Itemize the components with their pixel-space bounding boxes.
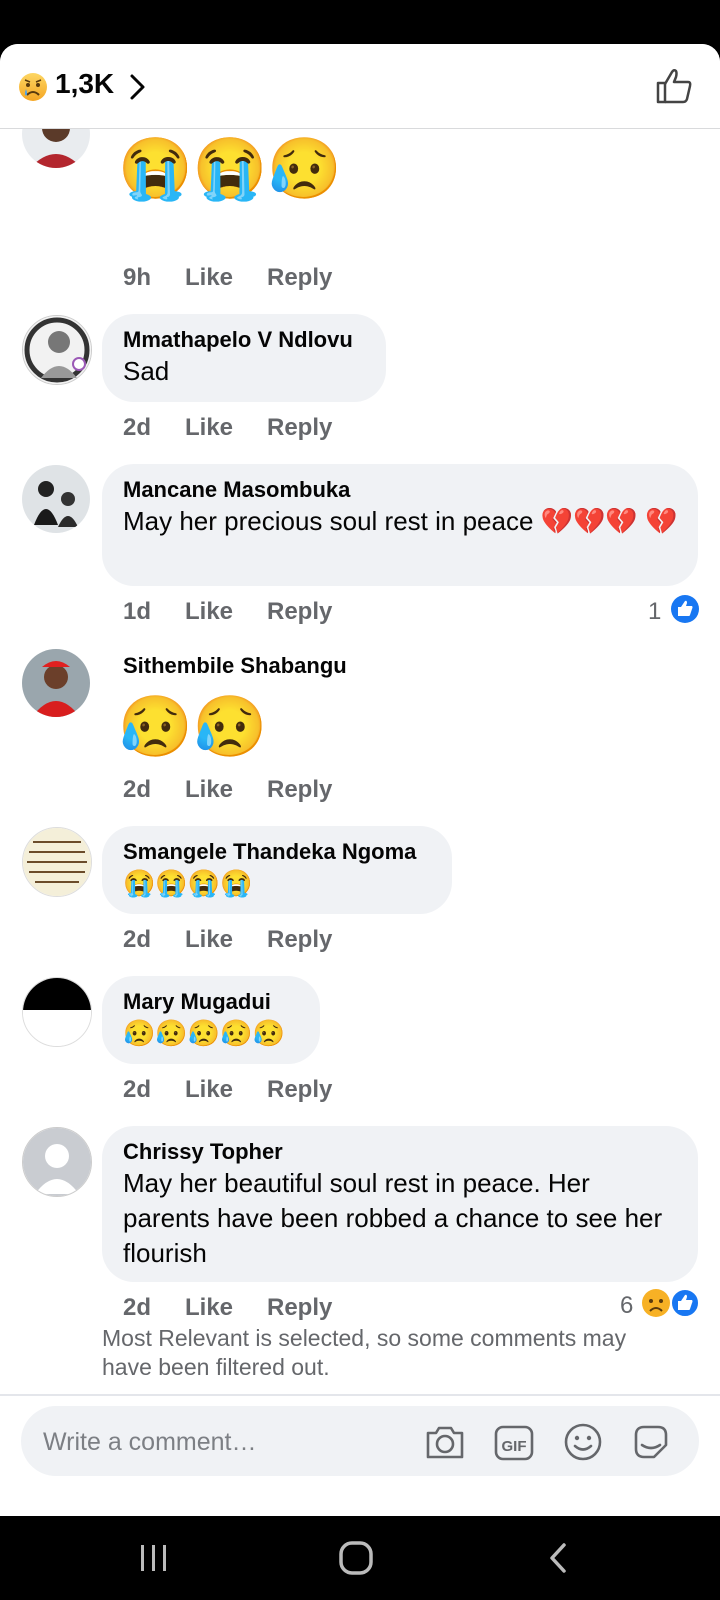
like-link[interactable]: Like — [185, 414, 267, 442]
reply-link[interactable]: Reply — [267, 414, 332, 442]
comment-text: 😭😭😥 — [118, 135, 343, 202]
filter-note: Most Relevant is selected, so some comme… — [102, 1325, 627, 1380]
comment-time: 2d — [123, 1076, 152, 1103]
comment-meta: 1d Like Reply — [123, 598, 332, 626]
comment-time: 2d — [123, 414, 152, 441]
like-link[interactable]: Like — [185, 1076, 267, 1104]
comment-meta: 9h Like Reply — [123, 264, 332, 292]
home-icon[interactable] — [336, 1540, 376, 1576]
avatar[interactable] — [22, 649, 90, 717]
emoji-icon[interactable] — [562, 1421, 604, 1463]
comment-text: 😥😥😥😥😥 — [123, 1018, 285, 1048]
gif-icon[interactable]: GIF — [493, 1421, 535, 1463]
comment-meta: 2d Like Reply — [123, 1076, 332, 1104]
reply-link[interactable]: Reply — [267, 776, 332, 804]
like-link[interactable]: Like — [185, 598, 267, 626]
comment-text: May her precious soul rest in peace 💔💔💔 … — [123, 506, 678, 536]
comment-text: May her beautiful soul rest in peace. He… — [123, 1168, 663, 1268]
comment-time: 1d — [123, 598, 152, 625]
comment-text: Sad — [123, 356, 170, 386]
commenter-name[interactable]: Mmathapelo V Ndlovu — [123, 326, 366, 354]
chevron-right-icon[interactable] — [128, 72, 148, 102]
comment-text: 😥😥 — [118, 693, 268, 760]
reaction-summary[interactable]: 6 — [620, 1292, 633, 1320]
avatar[interactable] — [22, 128, 90, 168]
comment-time: 2d — [123, 926, 152, 953]
comment-bubble[interactable]: Mancane Masombuka May her precious soul … — [102, 464, 698, 586]
comment-meta: 2d Like Reply — [123, 926, 332, 954]
reaction-count[interactable]: 1,3K — [55, 68, 114, 100]
avatar[interactable] — [22, 465, 90, 533]
reply-link[interactable]: Reply — [267, 926, 332, 954]
sticker-icon[interactable] — [630, 1421, 672, 1463]
comment-meta: 2d Like Reply — [123, 776, 332, 804]
avatar[interactable] — [22, 827, 92, 897]
default-avatar-icon[interactable] — [22, 1127, 92, 1197]
divider — [0, 1394, 720, 1396]
comments-list: 😭😭😥 9h Like Reply Mmathapelo V Ndlovu Sad … — [0, 128, 720, 1441]
avatar[interactable] — [22, 977, 92, 1047]
comments-sheet: 1,3K 😭😭😥 9h Like Reply Mmathapelo V Ndlovu… — [0, 44, 720, 1516]
comment-bubble[interactable]: Chrissy Topher May her beautiful soul re… — [102, 1126, 698, 1282]
svg-text:GIF: GIF — [502, 1438, 527, 1455]
comment-bubble[interactable]: Smangele Thandeka Ngoma 😭😭😭😭 — [102, 826, 452, 914]
commenter-name[interactable]: Smangele Thandeka Ngoma — [123, 838, 432, 866]
comment-input[interactable] — [41, 1422, 425, 1462]
commenter-name[interactable]: Mancane Masombuka — [123, 476, 678, 504]
thumbs-up-outline-icon[interactable] — [654, 66, 694, 106]
reply-link[interactable]: Reply — [267, 1076, 332, 1104]
like-link[interactable]: Like — [185, 264, 267, 292]
like-link[interactable]: Like — [185, 926, 267, 954]
like-reaction-icon — [671, 595, 699, 623]
back-icon[interactable] — [540, 1540, 580, 1576]
comment-bubble[interactable]: Mmathapelo V Ndlovu Sad — [102, 314, 386, 402]
reply-link[interactable]: Reply — [267, 598, 332, 626]
reply-link[interactable]: Reply — [267, 1294, 332, 1322]
commenter-name[interactable]: Chrissy Topher — [123, 1138, 678, 1166]
comment-time: 2d — [123, 776, 152, 803]
sad-reaction-icon — [642, 1289, 670, 1317]
comment-composer[interactable]: GIF — [21, 1406, 699, 1476]
reaction-count: 6 — [620, 1292, 634, 1319]
comment-bubble[interactable]: Mary Mugadui 😥😥😥😥😥 — [102, 976, 320, 1064]
system-nav-bar — [0, 1516, 720, 1600]
commenter-name[interactable]: Sithembile Shabangu — [123, 652, 347, 680]
reaction-summary[interactable]: 1 — [648, 598, 661, 626]
avatar[interactable] — [22, 315, 92, 385]
comment-time: 2d — [123, 1294, 152, 1321]
commenter-name[interactable]: Mary Mugadui — [123, 988, 300, 1016]
reply-link[interactable]: Reply — [267, 264, 332, 292]
like-link[interactable]: Like — [185, 1294, 267, 1322]
comment-time: 9h — [123, 264, 152, 291]
sad-face-icon — [19, 73, 47, 101]
reaction-count: 1 — [648, 598, 662, 625]
comment-meta: 2d Like Reply — [123, 414, 332, 442]
reactions-header[interactable]: 1,3K — [0, 44, 720, 129]
like-reaction-icon — [670, 1288, 700, 1318]
comment-text: 😭😭😭😭 — [123, 868, 253, 898]
comment-meta: 2d Like Reply — [123, 1294, 332, 1322]
camera-icon[interactable] — [424, 1421, 466, 1463]
recent-apps-icon[interactable] — [134, 1540, 174, 1576]
like-link[interactable]: Like — [185, 776, 267, 804]
